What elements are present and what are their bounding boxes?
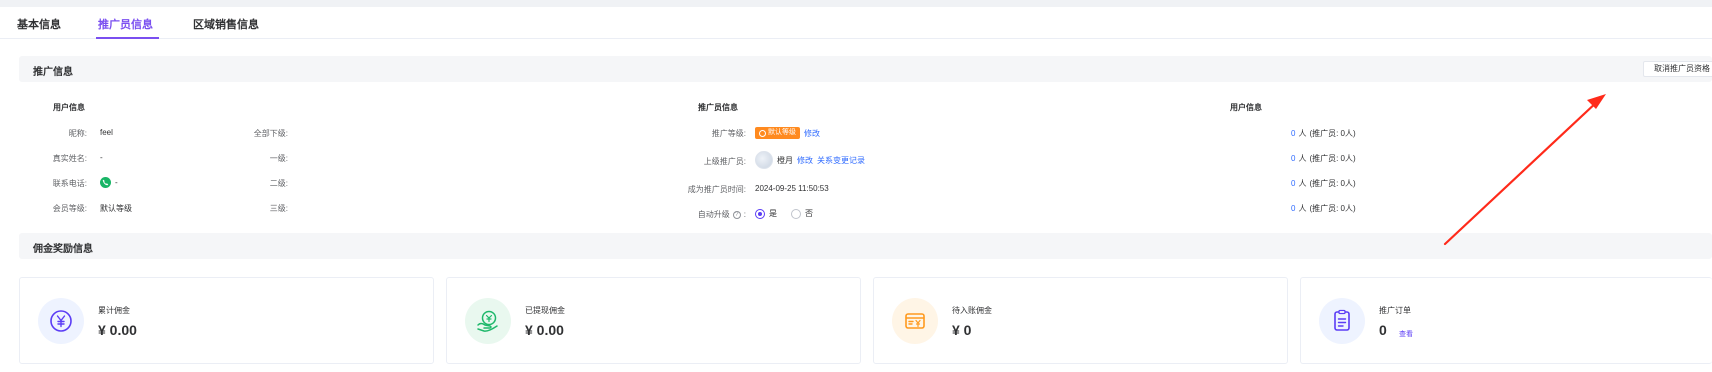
tab-promoter-info[interactable]: 推广员信息 (98, 16, 153, 32)
auto-upgrade-yes-radio[interactable] (755, 208, 765, 219)
promoter-info-title: 推广员信息 (698, 103, 738, 112)
auto-upgrade-colon: : (743, 210, 746, 219)
nickname-text: feel (100, 128, 113, 137)
phone-label: 联系电话: (52, 179, 87, 188)
level3-value: 0 人 (推广员: 0人) (1291, 203, 1356, 214)
level1-unit: 人 (1298, 154, 1307, 163)
parent-name: 橙月 (777, 155, 793, 165)
level-badge-text: 默认等级 (768, 129, 796, 136)
all-downline-value: 0 人 (推广员: 0人) (1291, 128, 1356, 139)
promoter-since-label: 成为推广员时间: (687, 185, 746, 194)
real-name-label: 真实姓名: (52, 154, 87, 163)
user-info-title: 用户信息 (53, 103, 85, 112)
level2-label: 二级: (269, 179, 288, 188)
card-value: ¥ 0 (952, 322, 972, 338)
all-downline-promoters: (推广员: 0人) (1309, 129, 1356, 138)
cancel-promoter-button[interactable]: 取消推广员资格 (1643, 61, 1712, 77)
promoter-since-value: 2024-09-25 11:50:53 (755, 184, 829, 193)
avatar (755, 151, 773, 169)
level2-promoters: (推广员: 0人) (1309, 179, 1356, 188)
member-level-label: 会员等级: (52, 204, 87, 213)
card-label: 待入账佣金 (952, 306, 992, 315)
total-commission-card: 累计佣金 ¥ 0.00 (19, 277, 434, 364)
level1-value: 0 人 (推广员: 0人) (1291, 153, 1356, 164)
hand-coin-icon (465, 298, 511, 344)
yen-circle-icon (38, 298, 84, 344)
commission-info-header: 佣金奖励信息 (19, 233, 1712, 259)
top-strip (0, 0, 1712, 7)
phone-text: - (115, 178, 118, 187)
parent-promoter-label: 上级推广员: (703, 157, 746, 166)
card-value: ¥ 0.00 (98, 322, 137, 338)
tab-regional-sales-info[interactable]: 区域销售信息 (193, 16, 259, 32)
tab-basic-info[interactable]: 基本信息 (17, 16, 61, 32)
withdrawn-commission-card: 已提现佣金 ¥ 0.00 (446, 277, 861, 364)
level2-count: 0 (1291, 179, 1296, 188)
level1-label: 一级: (269, 154, 288, 163)
tab-bar: 基本信息 推广员信息 区域销售信息 (0, 7, 1712, 39)
order-list-icon (1319, 298, 1365, 344)
phone-value: - (100, 177, 118, 188)
auto-upgrade-no-label[interactable]: 否 (805, 208, 813, 219)
level2-value: 0 人 (推广员: 0人) (1291, 178, 1356, 189)
phone-icon (100, 177, 111, 188)
nickname-label: 昵称: (68, 129, 87, 138)
promotion-orders-card: 推广订单 0 查看 (1300, 277, 1712, 364)
edit-level-link[interactable]: 修改 (804, 128, 820, 139)
auto-upgrade-options: 是 否 (755, 208, 813, 219)
level3-label: 三级: (269, 204, 288, 213)
edit-parent-link[interactable]: 修改 (797, 155, 813, 166)
level1-count: 0 (1291, 154, 1296, 163)
active-tab-indicator (96, 37, 159, 39)
wallet-icon (892, 298, 938, 344)
help-icon[interactable]: ? (732, 210, 741, 219)
real-name-text: - (100, 153, 103, 162)
level-badge-icon (759, 129, 766, 137)
real-name-value: - (100, 153, 103, 162)
auto-upgrade-label: 自动升级 ? : (698, 209, 746, 220)
level3-unit: 人 (1298, 204, 1307, 213)
downline-info-title: 用户信息 (1230, 103, 1262, 112)
promoter-since-text: 2024-09-25 11:50:53 (755, 184, 829, 193)
promo-level-value: 默认等级 修改 (755, 127, 820, 139)
all-downline-label: 全部下级: (253, 129, 288, 138)
level-badge: 默认等级 (755, 127, 800, 139)
pending-commission-card: 待入账佣金 ¥ 0 (873, 277, 1288, 364)
parent-promoter-value: 橙月 修改 关系变更记录 (755, 151, 865, 169)
member-level-text: 默认等级 (100, 204, 132, 213)
card-value: ¥ 0.00 (525, 322, 564, 338)
level1-promoters: (推广员: 0人) (1309, 154, 1356, 163)
all-downline-unit: 人 (1298, 129, 1307, 138)
relation-history-link[interactable]: 关系变更记录 (817, 155, 865, 166)
view-orders-link[interactable]: 查看 (1399, 329, 1413, 339)
commission-section-title: 佣金奖励信息 (33, 244, 93, 255)
promotion-info-header: 推广信息 取消推广员资格 (19, 56, 1712, 82)
card-label: 已提现佣金 (525, 306, 565, 315)
section-title: 推广信息 (33, 67, 73, 78)
all-downline-count: 0 (1291, 129, 1296, 138)
card-value: 0 (1379, 322, 1387, 338)
auto-upgrade-yes-label[interactable]: 是 (769, 208, 777, 219)
level3-count: 0 (1291, 204, 1296, 213)
card-label: 累计佣金 (98, 306, 130, 315)
nickname-value: feel (100, 128, 113, 137)
auto-upgrade-no-radio[interactable] (791, 208, 801, 219)
level3-promoters: (推广员: 0人) (1309, 204, 1356, 213)
auto-upgrade-text: 自动升级 (697, 210, 730, 219)
member-level-value: 默认等级 (100, 203, 132, 214)
promo-level-label: 推广等级: (711, 129, 746, 138)
level2-unit: 人 (1298, 179, 1307, 188)
card-label: 推广订单 (1379, 306, 1411, 315)
